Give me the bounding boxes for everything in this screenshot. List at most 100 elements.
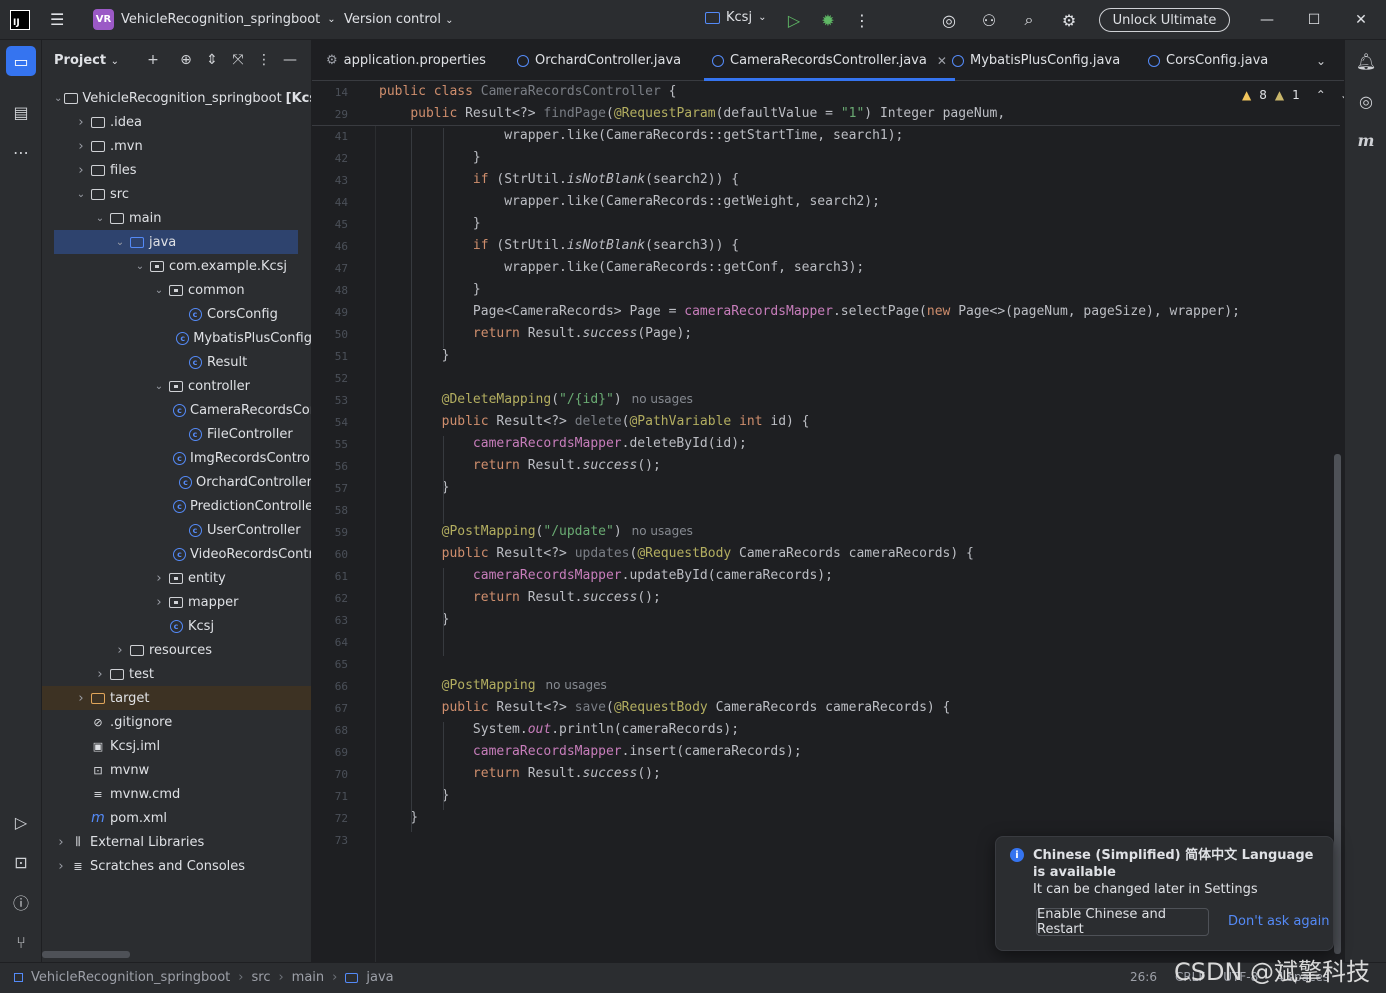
tree-item[interactable]: ⌄ controller: [42, 374, 311, 398]
problems-tool-icon[interactable]: ⓘ: [6, 887, 36, 917]
minimize-icon[interactable]: —: [1255, 8, 1279, 32]
code-line[interactable]: System.out.println(cameraRecords);: [379, 722, 739, 737]
code-with-me-icon[interactable]: ⚇: [978, 9, 1000, 31]
tree-item[interactable]: c VideoRecordsController: [42, 542, 311, 566]
breadcrumb-item[interactable]: src: [251, 970, 270, 985]
chevron-down-icon[interactable]: ⌄: [74, 189, 88, 200]
usages-hint[interactable]: no usages: [632, 392, 693, 406]
sticky-code-line[interactable]: public Result<?> findPage(@RequestParam(…: [379, 106, 1005, 121]
close-icon[interactable]: ✕: [1349, 8, 1373, 32]
chevron-down-icon[interactable]: ⌄: [152, 285, 166, 296]
code-line[interactable]: return Result.success();: [379, 590, 661, 605]
notifications-bell-icon[interactable]: 🔔︎: [1354, 49, 1378, 73]
chevron-down-icon[interactable]: ⌄: [152, 381, 166, 392]
chevron-right-icon[interactable]: ›: [54, 859, 68, 874]
unlock-ultimate-button[interactable]: Unlock Ultimate: [1099, 8, 1230, 32]
dont-ask-again-link[interactable]: Don't ask again: [1228, 914, 1329, 929]
tree-item[interactable]: c CorsConfig: [42, 302, 311, 326]
tree-item[interactable]: c CameraRecordsController: [42, 398, 311, 422]
enable-chinese-button[interactable]: Enable Chinese and Restart: [1036, 907, 1209, 937]
sticky-scroll-header[interactable]: 14 public class CameraRecordsController {…: [312, 82, 1340, 126]
code-line[interactable]: if (StrUtil.isNotBlank(search3)) {: [379, 238, 739, 253]
code-line[interactable]: @PostMapping no usages: [379, 678, 607, 693]
tree-item[interactable]: c ImgRecordsController: [42, 446, 311, 470]
tab-list-chevron-icon[interactable]: ⌄: [1316, 40, 1326, 81]
tab-cors-config[interactable]: CorsConfig.java: [1148, 40, 1268, 81]
code-line[interactable]: }: [379, 480, 450, 495]
tree-item[interactable]: c PredictionController: [42, 494, 311, 518]
tree-item[interactable]: ⌄ com.example.Kcsj: [42, 254, 311, 278]
tree-item[interactable]: › ⫼ External Libraries: [42, 830, 311, 854]
tree-item[interactable]: › ≣ Scratches and Consoles: [42, 854, 311, 878]
ai-assistant-icon[interactable]: ◎: [938, 9, 960, 31]
tab-orchard-controller[interactable]: OrchardController.java: [517, 40, 681, 81]
inspection-widget[interactable]: ▲ 8 ▲ 1 ⌃ ⌄: [1242, 88, 1350, 102]
code-line[interactable]: @DeleteMapping("/{id}") no usages: [379, 392, 693, 407]
tree-item[interactable]: › files: [42, 158, 311, 182]
code-line[interactable]: }: [379, 348, 450, 363]
tree-item[interactable]: ⌄ VehicleRecognition_springboot[Kcsj]: [42, 86, 311, 110]
code-line[interactable]: }: [379, 282, 481, 297]
code-editor[interactable]: 41 42 43 44 45 46 47 48 49 50 51 52 53 54 55 56 57 58 59 60…: [312, 82, 1350, 962]
chevron-right-icon[interactable]: ›: [152, 571, 166, 586]
previous-highlight-icon[interactable]: ⌃: [1316, 88, 1326, 102]
chevron-down-icon[interactable]: ⌄: [54, 93, 62, 104]
code-line[interactable]: public Result<?> save(@RequestBody Camer…: [379, 700, 951, 715]
tree-item[interactable]: c UserController: [42, 518, 311, 542]
code-line[interactable]: return Result.success(Page);: [379, 326, 692, 341]
tree-item[interactable]: ≡ mvnw.cmd: [42, 782, 311, 806]
code-line[interactable]: @PostMapping("/update") no usages: [379, 524, 693, 539]
maximize-icon[interactable]: ☐: [1302, 8, 1326, 32]
intellij-logo-icon[interactable]: IJ: [10, 10, 30, 30]
options-icon[interactable]: ⋮: [255, 51, 273, 69]
tree-item[interactable]: › target: [42, 686, 311, 710]
settings-gear-icon[interactable]: ⚙: [1058, 9, 1080, 31]
chevron-right-icon[interactable]: ›: [74, 115, 88, 130]
caret-position[interactable]: 26:6: [1130, 970, 1157, 984]
code-line[interactable]: cameraRecordsMapper.updateById(cameraRec…: [379, 568, 833, 583]
sticky-code-line[interactable]: public class CameraRecordsController {: [379, 84, 676, 99]
project-switcher[interactable]: VR VehicleRecognition_springboot ⌄: [93, 9, 336, 30]
main-menu-icon[interactable]: ☰: [50, 11, 68, 29]
tree-item[interactable]: ⊘ .gitignore: [42, 710, 311, 734]
tree-item[interactable]: ⌄ common: [42, 278, 311, 302]
tree-item[interactable]: c FileController: [42, 422, 311, 446]
tree-item[interactable]: ⌄ main: [42, 206, 311, 230]
structure-tool-icon[interactable]: ▤: [6, 97, 36, 127]
tree-item[interactable]: › entity: [42, 566, 311, 590]
code-line[interactable]: }: [379, 810, 418, 825]
tab-mybatis-plus-config[interactable]: MybatisPlusConfig.java: [952, 40, 1120, 81]
add-icon[interactable]: +: [144, 51, 162, 69]
run-icon[interactable]: ▷: [783, 9, 805, 31]
code-line[interactable]: return Result.success();: [379, 766, 661, 781]
code-line[interactable]: Page<CameraRecords> Page = cameraRecords…: [379, 304, 1240, 319]
code-line[interactable]: return Result.success();: [379, 458, 661, 473]
more-actions-icon[interactable]: ⋮: [851, 9, 873, 31]
search-icon[interactable]: ⌕: [1018, 9, 1040, 31]
maven-icon[interactable]: m: [1354, 128, 1378, 152]
chevron-down-icon[interactable]: ⌄: [133, 261, 147, 272]
code-line[interactable]: cameraRecordsMapper.deleteById(id);: [379, 436, 747, 451]
tree-item[interactable]: m pom.xml: [42, 806, 311, 830]
breadcrumb-item[interactable]: main: [292, 970, 324, 985]
project-horizontal-scrollbar[interactable]: [42, 951, 130, 958]
tree-item[interactable]: c OrchardController: [42, 470, 311, 494]
project-panel-title[interactable]: Project ⌄: [54, 53, 119, 68]
chevron-right-icon[interactable]: ›: [93, 667, 107, 682]
chevron-right-icon[interactable]: ›: [74, 691, 88, 706]
chevron-right-icon[interactable]: ›: [74, 139, 88, 154]
code-line[interactable]: public Result<?> updates(@RequestBody Ca…: [379, 546, 974, 561]
code-line[interactable]: }: [379, 216, 481, 231]
tree-item[interactable]: › .mvn: [42, 134, 311, 158]
run-config-selector[interactable]: Kcsj ⌄: [705, 10, 766, 25]
hide-panel-icon[interactable]: —: [281, 51, 299, 69]
chevron-right-icon[interactable]: ›: [74, 163, 88, 178]
tree-item[interactable]: c MybatisPlusConfig: [42, 326, 311, 350]
tree-item[interactable]: › mapper: [42, 590, 311, 614]
code-line[interactable]: }: [379, 612, 450, 627]
tab-application-properties[interactable]: ⚙ application.properties: [326, 40, 486, 81]
git-tool-icon[interactable]: ⑂: [6, 927, 36, 957]
ai-chat-icon[interactable]: ◎: [1354, 89, 1378, 113]
collapse-all-icon[interactable]: ⤧: [229, 51, 247, 69]
code-line[interactable]: public Result<?> delete(@PathVariable in…: [379, 414, 810, 429]
